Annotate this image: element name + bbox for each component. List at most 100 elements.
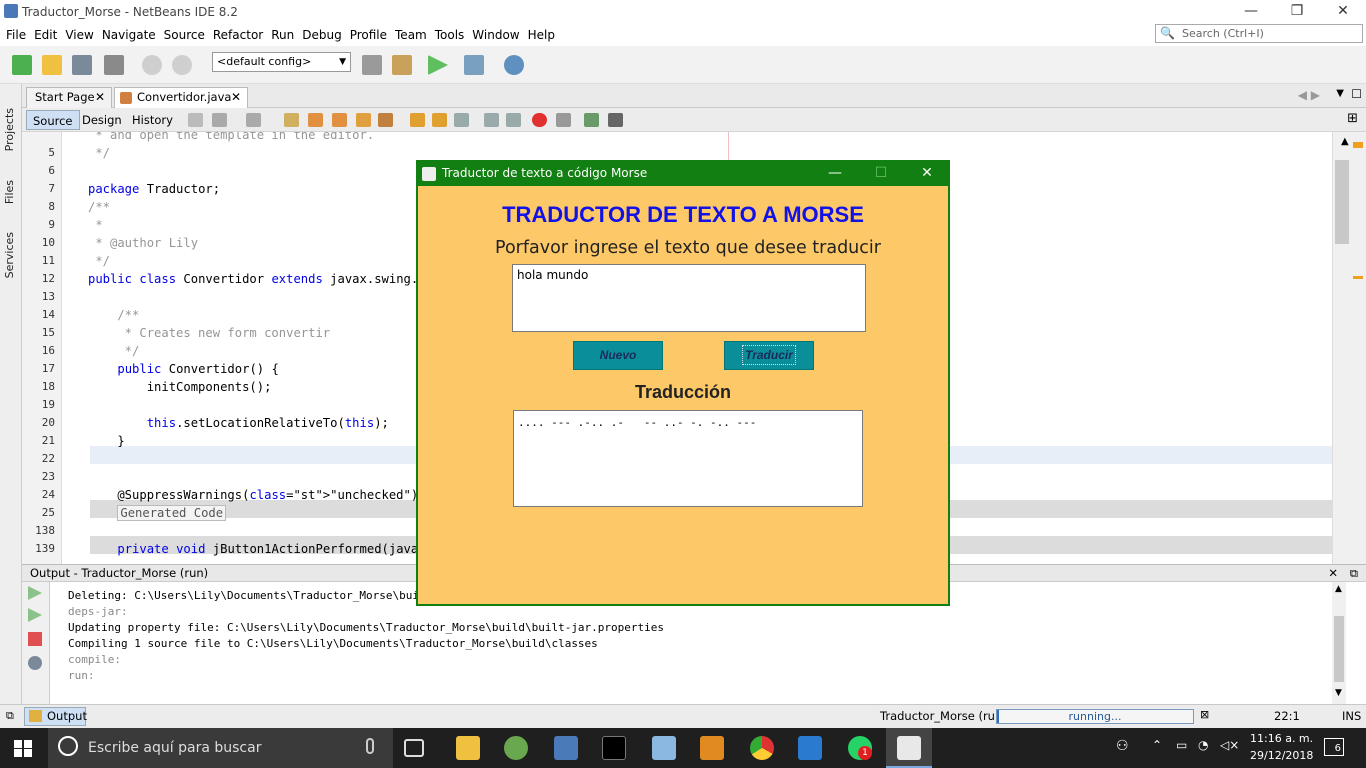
stop-macro-icon[interactable] — [556, 113, 571, 127]
clock-date[interactable]: 29/12/2018 — [1250, 749, 1313, 762]
close-icon[interactable]: ✕ — [95, 88, 105, 107]
menu-window[interactable]: Window — [468, 28, 523, 42]
last-edit-icon[interactable] — [188, 113, 203, 127]
find-selection-icon[interactable] — [356, 113, 371, 127]
settings-icon[interactable] — [28, 656, 42, 670]
tab-start-page[interactable]: Start Page ✕ — [26, 87, 112, 108]
morse-output-area[interactable]: .... --- .-.. .- -- ..- -. -.. --- — [513, 410, 863, 507]
tab-design[interactable]: Design — [76, 110, 128, 130]
warning-marker[interactable] — [1353, 142, 1363, 148]
restore-icon[interactable]: ⧉ — [1350, 565, 1358, 581]
tab-convertidor-java[interactable]: Convertidor.java ✕ — [114, 87, 248, 108]
taskbar-search-box[interactable]: Escribe aquí para buscar — [48, 728, 393, 768]
find-previous-icon[interactable] — [308, 113, 323, 127]
sublime-text-icon[interactable] — [700, 736, 724, 760]
virtualbox-icon[interactable] — [652, 736, 676, 760]
output-tab-button[interactable]: Output — [24, 707, 87, 726]
cmd-icon[interactable] — [602, 736, 626, 760]
search-input[interactable]: 🔍 Search (Ctrl+I) — [1155, 24, 1363, 43]
menu-team[interactable]: Team — [391, 28, 431, 42]
tab-source[interactable]: Source — [26, 110, 80, 130]
network-app-icon[interactable] — [554, 736, 578, 760]
debug-icon[interactable] — [464, 55, 484, 75]
scroll-up-icon[interactable]: ▲ — [1341, 136, 1349, 147]
people-icon[interactable]: ⚇ — [1116, 738, 1129, 754]
scroll-up-icon[interactable]: ▲ — [1335, 584, 1342, 594]
toggle-highlight-icon[interactable] — [378, 113, 393, 127]
wifi-icon[interactable]: ◔ — [1198, 738, 1208, 752]
side-tab-files[interactable]: Files — [3, 180, 16, 204]
menu-tools[interactable]: Tools — [431, 28, 469, 42]
tab-history[interactable]: History — [126, 110, 179, 130]
config-select[interactable]: <default config> ▼ — [212, 52, 351, 72]
comment-icon[interactable] — [584, 113, 599, 127]
task-view-icon[interactable] — [404, 739, 424, 757]
forward-icon[interactable] — [246, 113, 261, 127]
record-macro-icon[interactable] — [532, 113, 547, 127]
maximize-button[interactable]: ❐ — [1274, 0, 1320, 24]
find-next-icon[interactable] — [332, 113, 347, 127]
minimize-button[interactable]: — — [1228, 0, 1274, 24]
windows-start-icon[interactable] — [14, 740, 32, 757]
split-icon[interactable]: ⊞ — [1347, 111, 1358, 126]
build-icon[interactable] — [362, 55, 382, 75]
save-all-icon[interactable] — [104, 55, 124, 75]
side-tab-projects[interactable]: Projects — [3, 108, 16, 151]
scroll-left-icon[interactable]: ◀ ▶ — [1298, 88, 1320, 102]
redo-icon[interactable] — [172, 55, 192, 75]
profile-icon[interactable] — [504, 55, 524, 75]
menu-refactor[interactable]: Refactor — [209, 28, 267, 42]
microphone-icon[interactable] — [366, 738, 374, 754]
maximize-icon[interactable]: ☐ — [1351, 87, 1362, 101]
rerun-icon[interactable] — [28, 586, 42, 600]
chevron-down-icon[interactable]: ▼ — [1336, 88, 1344, 99]
toggle-bookmark-icon[interactable] — [454, 113, 469, 127]
menu-profile[interactable]: Profile — [346, 28, 391, 42]
vscode-icon[interactable] — [798, 736, 822, 760]
menu-source[interactable]: Source — [160, 28, 209, 42]
close-icon[interactable]: ✕ — [1328, 565, 1338, 581]
undo-icon[interactable] — [142, 55, 162, 75]
output-scrollbar[interactable]: ▲ ▼ — [1332, 582, 1346, 704]
chrome-icon[interactable] — [750, 736, 774, 760]
action-center-icon[interactable]: 6 — [1324, 738, 1344, 756]
dialog-minimize-button[interactable]: — — [812, 162, 858, 186]
text-input-area[interactable]: hola mundo — [512, 264, 866, 332]
prev-bookmark-icon[interactable] — [410, 113, 425, 127]
close-button[interactable]: ✕ — [1320, 0, 1366, 24]
menu-navigate[interactable]: Navigate — [98, 28, 160, 42]
menu-help[interactable]: Help — [524, 28, 559, 42]
editor-scrollbar[interactable]: ▲ — [1332, 132, 1366, 564]
rerun-with-params-icon[interactable] — [28, 608, 42, 622]
file-explorer-icon[interactable] — [456, 736, 480, 760]
new-project-icon[interactable] — [42, 55, 62, 75]
stop-icon[interactable] — [28, 632, 42, 646]
java-app-active[interactable] — [886, 728, 932, 768]
cancel-task-icon[interactable]: ⊠ — [1200, 708, 1209, 721]
uncomment-icon[interactable] — [608, 113, 623, 127]
side-tab-services[interactable]: Services — [3, 232, 16, 278]
dialog-maximize-button[interactable]: ☐ — [858, 162, 904, 186]
volume-icon[interactable]: ◁× — [1220, 738, 1239, 752]
new-file-icon[interactable] — [12, 55, 32, 75]
scroll-thumb[interactable] — [1335, 160, 1349, 244]
chevron-up-icon[interactable]: ⌃ — [1152, 738, 1162, 752]
scroll-thumb[interactable] — [1334, 616, 1344, 682]
run-icon[interactable] — [428, 55, 448, 75]
warning-marker[interactable] — [1353, 276, 1363, 279]
clock-time[interactable]: 11:16 a. m. — [1250, 732, 1313, 745]
next-bookmark-icon[interactable] — [432, 113, 447, 127]
open-project-icon[interactable] — [72, 55, 92, 75]
menu-debug[interactable]: Debug — [298, 28, 345, 42]
menu-view[interactable]: View — [61, 28, 97, 42]
new-button[interactable]: Nuevo — [573, 341, 663, 370]
battery-icon[interactable]: ▭ — [1176, 738, 1187, 752]
scroll-down-icon[interactable]: ▼ — [1335, 688, 1342, 698]
android-studio-icon[interactable] — [504, 736, 528, 760]
menu-file[interactable]: File — [2, 28, 30, 42]
restore-icon[interactable]: ⧉ — [6, 709, 14, 723]
shift-right-icon[interactable] — [506, 113, 521, 127]
clean-build-icon[interactable] — [392, 55, 412, 75]
shift-left-icon[interactable] — [484, 113, 499, 127]
menu-run[interactable]: Run — [267, 28, 298, 42]
